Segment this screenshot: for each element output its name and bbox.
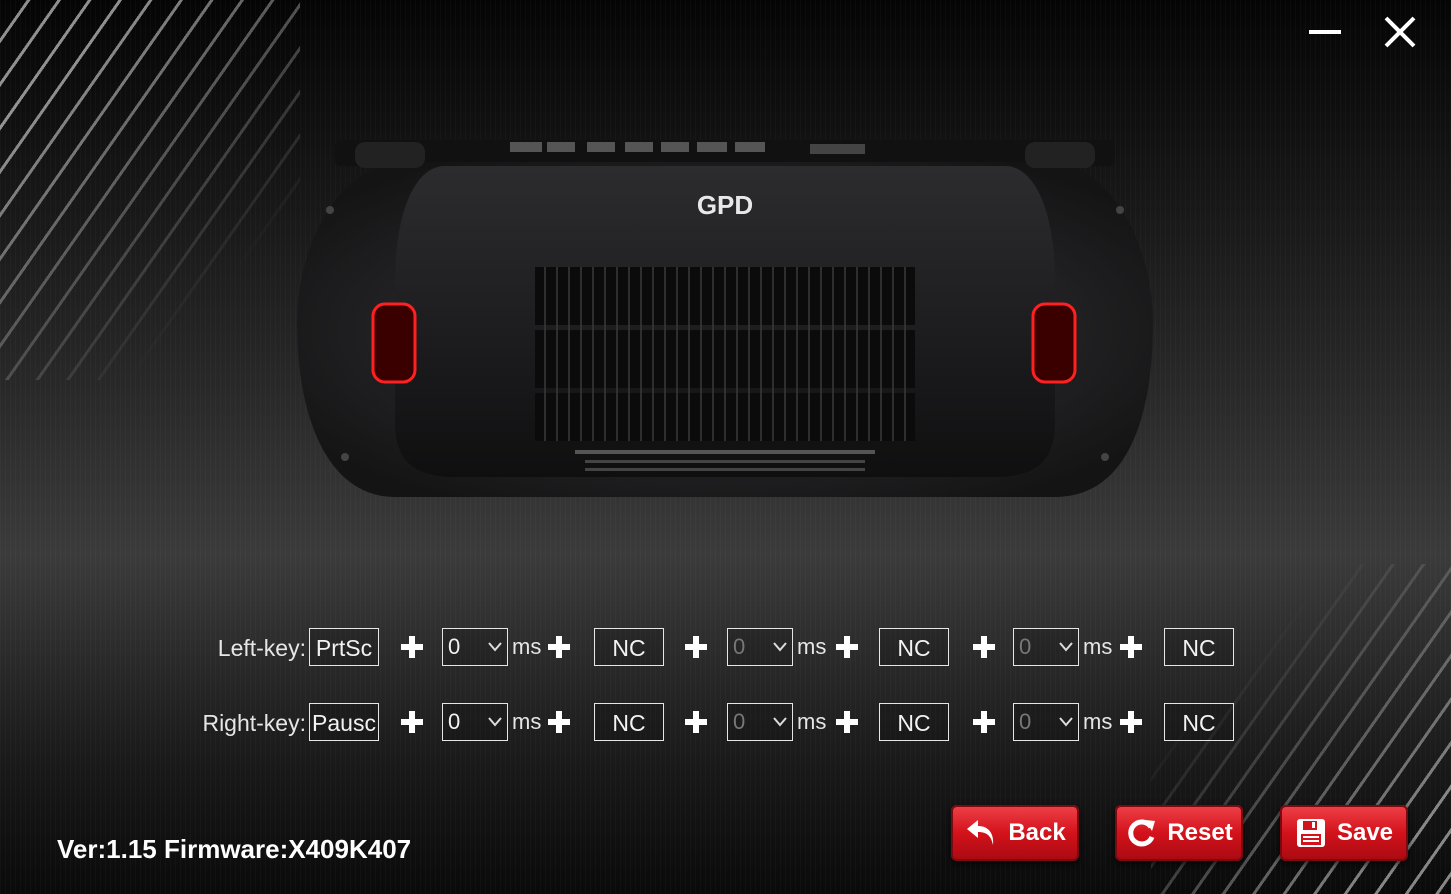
plus-icon xyxy=(1117,708,1145,736)
ms-unit-label: ms xyxy=(1083,709,1113,734)
ms-unit-label: ms xyxy=(797,709,827,734)
refresh-icon xyxy=(1128,819,1156,847)
right-back-paddle xyxy=(1031,302,1077,384)
ms-unit-label: ms xyxy=(1083,634,1113,659)
left-key-label: Left-key: xyxy=(217,635,306,661)
reset-button[interactable]: Reset xyxy=(1115,805,1243,861)
save-button[interactable]: Save xyxy=(1280,805,1408,861)
chevron-down-icon xyxy=(1059,642,1073,652)
right-key-label: Right-key: xyxy=(202,710,306,736)
right-key-slot-1[interactable]: Pausc xyxy=(309,703,379,741)
plus-icon xyxy=(682,708,710,736)
right-delay-select-2[interactable]: 0 xyxy=(727,703,793,741)
right-key-slot-2[interactable]: NC xyxy=(594,703,664,741)
left-delay-select-3[interactable]: 0 xyxy=(1013,628,1079,666)
left-key-slot-2[interactable]: NC xyxy=(594,628,664,666)
plus-icon xyxy=(545,633,573,661)
right-key-slot-4[interactable]: NC xyxy=(1164,703,1234,741)
ms-unit-label: ms xyxy=(797,634,827,659)
save-label: Save xyxy=(1336,819,1394,846)
back-label: Back xyxy=(1008,819,1066,846)
back-button[interactable]: Back xyxy=(951,805,1079,861)
chevron-down-icon xyxy=(488,717,502,727)
minimize-button[interactable] xyxy=(1305,12,1345,52)
gpd-logo: GPD xyxy=(697,190,753,220)
minimize-icon xyxy=(1309,30,1341,34)
left-key-row: Left-key: PrtSc 0 ms NC 0 ms NC 0 ms NC xyxy=(0,628,1451,668)
left-delay-select-2[interactable]: 0 xyxy=(727,628,793,666)
left-delay-select-1[interactable]: 0 xyxy=(442,628,508,666)
chevron-down-icon xyxy=(773,717,787,727)
plus-icon xyxy=(833,633,861,661)
plus-icon xyxy=(833,708,861,736)
plus-icon xyxy=(970,633,998,661)
close-button[interactable] xyxy=(1380,12,1420,52)
right-delay-select-3[interactable]: 0 xyxy=(1013,703,1079,741)
left-back-paddle xyxy=(371,302,417,384)
left-key-slot-1[interactable]: PrtSc xyxy=(309,628,379,666)
right-delay-select-1[interactable]: 0 xyxy=(442,703,508,741)
device-back-image: GPD xyxy=(297,140,1153,497)
plus-icon xyxy=(398,633,426,661)
close-icon xyxy=(1384,16,1416,48)
left-key-slot-4[interactable]: NC xyxy=(1164,628,1234,666)
chevron-down-icon xyxy=(1059,717,1073,727)
chevron-down-icon xyxy=(488,642,502,652)
left-key-slot-3[interactable]: NC xyxy=(879,628,949,666)
ms-unit-label: ms xyxy=(512,634,542,659)
plus-icon xyxy=(398,708,426,736)
version-label: Ver:1.15 Firmware:X409K407 xyxy=(57,834,412,864)
right-key-slot-3[interactable]: NC xyxy=(879,703,949,741)
reset-label: Reset xyxy=(1167,819,1233,846)
chevron-down-icon xyxy=(773,642,787,652)
ms-unit-label: ms xyxy=(512,709,542,734)
plus-icon xyxy=(682,633,710,661)
back-arrow-icon xyxy=(967,820,994,845)
plus-icon xyxy=(1117,633,1145,661)
right-key-row: Right-key: Pausc 0 ms NC 0 ms NC 0 ms NC xyxy=(0,703,1451,743)
floppy-disk-icon xyxy=(1296,819,1325,847)
plus-icon xyxy=(970,708,998,736)
plus-icon xyxy=(545,708,573,736)
